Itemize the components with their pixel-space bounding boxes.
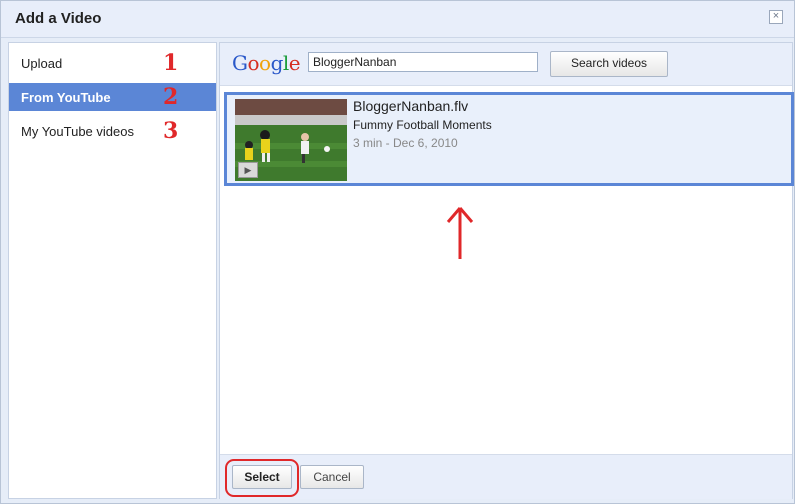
- logo-letter: o: [247, 51, 260, 75]
- video-title: BloggerNanban.flv: [353, 98, 469, 114]
- cancel-button[interactable]: Cancel: [300, 465, 364, 489]
- dialog-footer: Select Cancel: [220, 454, 792, 499]
- search-videos-button[interactable]: Search videos: [550, 51, 668, 77]
- up-arrow-icon: [446, 207, 474, 259]
- sidebar-item-upload[interactable]: Upload 1: [9, 49, 216, 77]
- video-description: Fummy Football Moments: [353, 118, 492, 132]
- sidebar-item-label: From YouTube: [21, 90, 111, 105]
- annotation-number: 1: [163, 50, 179, 76]
- search-input[interactable]: [308, 52, 538, 72]
- dialog-titlebar: Add a Video ×: [1, 1, 794, 38]
- sidebar-item-label: Upload: [21, 56, 63, 71]
- sidebar-item-from-youtube[interactable]: From YouTube 2: [9, 83, 216, 111]
- annotation-number: 3: [163, 118, 179, 144]
- sidebar-item-label: My YouTube videos: [21, 124, 134, 139]
- logo-letter: o: [259, 51, 271, 75]
- logo-letter: G: [232, 51, 248, 75]
- search-bar: Google Search videos: [220, 43, 792, 86]
- video-meta: 3 min - Dec 6, 2010: [353, 136, 458, 150]
- video-result[interactable]: ▶ BloggerNanban.flv Fummy Football Momen…: [224, 92, 794, 186]
- logo-letter: g: [270, 51, 284, 75]
- select-button[interactable]: Select: [232, 465, 292, 489]
- play-icon[interactable]: ▶: [238, 162, 258, 178]
- dialog-title: Add a Video: [15, 10, 102, 27]
- source-sidebar: Upload 1 From YouTube 2 My YouTube video…: [8, 42, 217, 499]
- add-video-dialog: Add a Video × Upload 1 From YouTube 2 My…: [0, 0, 795, 504]
- logo-letter: e: [288, 51, 301, 75]
- main-panel: Google Search videos: [219, 42, 794, 499]
- sidebar-item-my-youtube-videos[interactable]: My YouTube videos 3: [9, 117, 216, 145]
- close-icon[interactable]: ×: [769, 10, 783, 24]
- video-thumbnail: ▶: [235, 99, 347, 181]
- google-logo: Google: [232, 51, 301, 75]
- annotation-number: 2: [163, 84, 179, 110]
